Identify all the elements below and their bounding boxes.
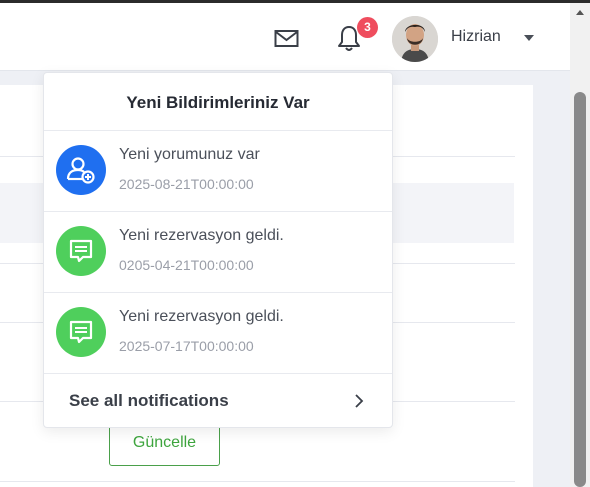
user-name[interactable]: Hizrian [451,28,501,46]
notification-item[interactable]: Yeni rezervasyon geldi. 2025-07-17T00:00… [44,293,392,374]
see-all-notifications-link[interactable]: See all notifications [44,374,392,428]
avatar-photo [392,16,438,62]
notification-time: 2025-08-21T00:00:00 [119,176,254,192]
see-all-label: See all notifications [69,391,229,410]
notification-time: 2025-07-17T00:00:00 [119,338,254,354]
caret-down-icon[interactable] [524,35,534,41]
notification-item[interactable]: Yeni rezervasyon geldi. 0205-04-21T00:00… [44,212,392,293]
scroll-up-arrow-icon[interactable] [576,10,584,15]
comment-icon [56,307,106,357]
notification-item[interactable]: Yeni yorumunuz var 2025-08-21T00:00:00 [44,131,392,212]
chevron-right-icon [355,394,364,408]
notification-text: Yeni rezervasyon geldi. [119,308,284,325]
dropdown-title: Yeni Bildirimleriniz Var [44,73,392,131]
comment-icon [56,226,106,276]
notification-count-badge: 3 [357,17,378,38]
avatar[interactable] [392,16,438,62]
mail-icon[interactable] [274,29,300,49]
user-plus-icon [56,145,106,195]
notifications-dropdown: Yeni Bildirimleriniz Var Yeni yorumunuz … [43,72,393,428]
notification-text: Yeni yorumunuz var [119,146,260,163]
notification-time: 0205-04-21T00:00:00 [119,257,254,273]
scrollbar-thumb[interactable] [574,92,586,487]
table-divider [0,481,515,482]
notification-text: Yeni rezervasyon geldi. [119,227,284,244]
